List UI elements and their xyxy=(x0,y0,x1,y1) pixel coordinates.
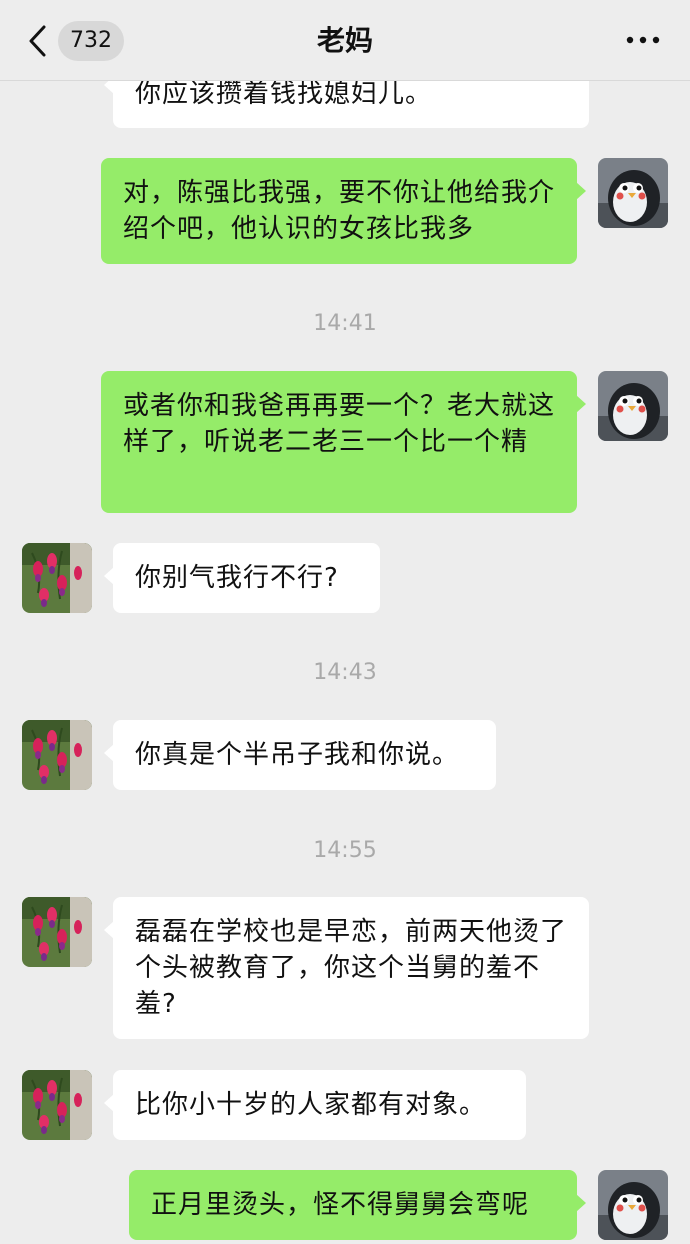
message-bubble-outgoing[interactable]: 正月里烫头，怪不得舅舅会弯呢 xyxy=(129,1170,586,1240)
chat-header: 732 老妈 xyxy=(0,0,690,81)
timestamp: 14:55 xyxy=(313,838,377,863)
message-text: 比你小十岁的人家都有对象。 xyxy=(135,1090,487,1120)
chat-title: 老妈 xyxy=(316,24,373,57)
mom-avatar[interactable] xyxy=(22,897,92,967)
message-text: 你应该攒着钱找媳妇儿。 xyxy=(135,79,433,109)
message-text: 或者你和我爸再再要一个？老大就这样了，听说老二老三一个比一个精 xyxy=(123,391,556,457)
message-bubble-outgoing[interactable]: 或者你和我爸再再要一个？老大就这样了，听说老二老三一个比一个精 xyxy=(101,371,586,513)
self-avatar[interactable] xyxy=(598,371,668,441)
flower-avatar-icon xyxy=(22,720,92,790)
message-text: 磊磊在学校也是早恋，前两天他烫了个头被教育了，你这个当舅的羞不羞? xyxy=(135,917,568,1019)
self-avatar[interactable] xyxy=(598,158,668,228)
timestamp: 14:43 xyxy=(313,660,377,685)
message-bubble-incoming[interactable]: 比你小十岁的人家都有对象。 xyxy=(104,1070,526,1140)
message-text: 你别气我行不行? xyxy=(135,563,339,593)
message-text: 你真是个半吊子我和你说。 xyxy=(135,740,460,770)
message-bubble-incoming[interactable]: 你别气我行不行? xyxy=(104,543,380,613)
more-options-icon[interactable] xyxy=(626,36,660,44)
message-text: 对，陈强比我强，要不你让他给我介绍个吧，他认识的女孩比我多 xyxy=(123,178,556,244)
self-avatar[interactable] xyxy=(598,1170,668,1240)
flower-avatar-icon xyxy=(22,1070,92,1140)
message-text: 正月里烫头，怪不得舅舅会弯呢 xyxy=(151,1190,530,1220)
timestamp: 14:41 xyxy=(313,311,377,336)
mom-avatar[interactable] xyxy=(22,543,92,613)
penguin-avatar-icon xyxy=(598,1170,668,1240)
flower-avatar-icon xyxy=(22,543,92,613)
message-bubble-incoming[interactable]: 你真是个半吊子我和你说。 xyxy=(104,720,496,790)
mom-avatar[interactable] xyxy=(22,720,92,790)
penguin-avatar-icon xyxy=(598,158,668,228)
flower-avatar-icon xyxy=(22,897,92,967)
mom-avatar[interactable] xyxy=(22,1070,92,1140)
message-bubble-outgoing[interactable]: 对，陈强比我强，要不你让他给我介绍个吧，他认识的女孩比我多 xyxy=(101,158,586,264)
message-bubble-incoming[interactable]: 磊磊在学校也是早恋，前两天他烫了个头被教育了，你这个当舅的羞不羞? xyxy=(104,897,589,1039)
penguin-avatar-icon xyxy=(598,371,668,441)
